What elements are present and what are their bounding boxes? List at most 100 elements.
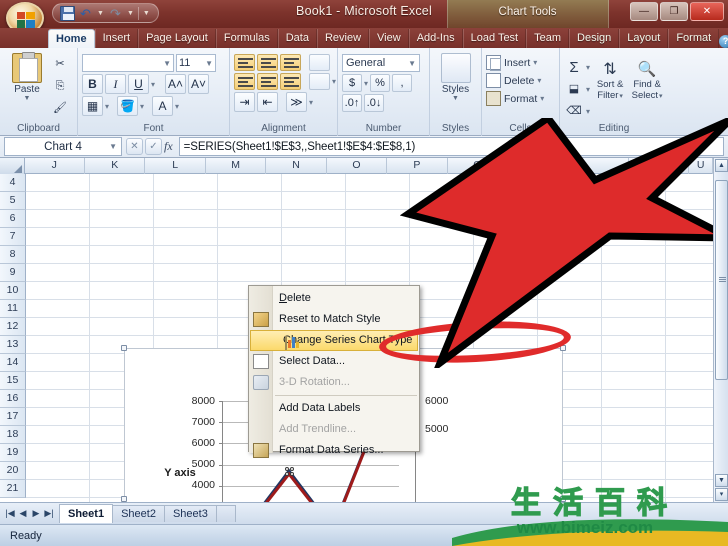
decrease-decimal-icon[interactable]: .0↓ (364, 94, 384, 112)
name-box-dropdown-icon[interactable]: ▼ (109, 142, 117, 151)
align-bottom-icon[interactable] (280, 54, 301, 71)
align-right-icon[interactable] (280, 73, 301, 90)
row-header-20[interactable]: 20 (0, 462, 26, 480)
borders-dropdown-icon[interactable]: ▾ (105, 102, 109, 111)
nav-prev-sheet-icon[interactable]: ◀ (17, 508, 29, 519)
font-name-dropdown-icon[interactable]: ▼ (163, 59, 171, 68)
row-header-18[interactable]: 18 (0, 426, 26, 444)
scroll-up-button[interactable]: ▲ (715, 159, 728, 172)
row-header-15[interactable]: 15 (0, 372, 26, 390)
cancel-formula-icon[interactable]: ✕ (126, 138, 143, 155)
menu-item-reset-to-match-style[interactable]: Reset to Match Style (249, 309, 419, 330)
select-all-button[interactable] (0, 158, 25, 174)
insert-cells-button[interactable]: Insert ▾ (486, 55, 537, 71)
scroll-down-button[interactable]: ▼ (715, 474, 728, 487)
font-size-dropdown-icon[interactable]: ▼ (205, 59, 213, 68)
row-header-16[interactable]: 16 (0, 390, 26, 408)
column-header-L[interactable]: L (145, 158, 206, 174)
decrease-indent-icon[interactable]: ⇥ (234, 92, 255, 112)
tab-page-layout[interactable]: Page Layout (138, 29, 216, 48)
align-center-icon[interactable] (257, 73, 278, 90)
increase-font-size-button[interactable]: A˄ (165, 74, 187, 94)
wrap-text-icon[interactable] (309, 54, 330, 71)
tab-view[interactable]: View (369, 29, 409, 48)
find-select-dropdown-icon[interactable]: ▾ (659, 92, 663, 100)
row-header-11[interactable]: 11 (0, 300, 26, 318)
row-header-7[interactable]: 7 (0, 228, 26, 246)
cut-icon[interactable]: ✂ (50, 54, 70, 74)
row-header-13[interactable]: 13 (0, 336, 26, 354)
autosum-dropdown-icon[interactable]: ▾ (586, 63, 590, 72)
nav-last-sheet-icon[interactable]: ▶| (43, 508, 55, 519)
insert-worksheet-icon[interactable] (215, 505, 236, 522)
borders-icon[interactable]: ▦ (82, 96, 103, 116)
page-break-view-icon[interactable] (701, 528, 718, 543)
autosum-icon[interactable]: Σ (564, 57, 584, 77)
scroll-page-button[interactable]: ▾ (715, 488, 728, 501)
paste-button[interactable]: Paste ▼ (4, 51, 50, 102)
menu-item-add-data-labels[interactable]: Add Data Labels (249, 398, 419, 419)
tab-insert[interactable]: Insert (94, 29, 139, 48)
row-header-5[interactable]: 5 (0, 192, 26, 210)
tab-team[interactable]: Team (526, 29, 570, 48)
data-point-marker[interactable] (284, 466, 294, 476)
fill-dropdown-icon[interactable]: ▾ (586, 85, 590, 94)
paste-dropdown-icon[interactable]: ▼ (24, 95, 31, 102)
tab-formulas[interactable]: Formulas (215, 29, 278, 48)
accept-formula-icon[interactable]: ✓ (145, 138, 162, 155)
minimize-button[interactable]: — (630, 2, 658, 21)
format-cells-button[interactable]: Format ▾ (486, 91, 544, 106)
close-button[interactable]: ✕ (690, 2, 724, 21)
align-left-icon[interactable] (234, 73, 255, 90)
row-header-6[interactable]: 6 (0, 210, 26, 228)
row-header-12[interactable]: 12 (0, 318, 26, 336)
align-top-icon[interactable] (234, 54, 255, 71)
number-format-select[interactable]: General ▼ (342, 54, 420, 72)
font-color-icon[interactable]: A (152, 96, 174, 116)
sort-filter-button[interactable]: ⇅ Sort & Filter ▾ (594, 54, 626, 101)
format-painter-icon[interactable]: 🖌 (50, 98, 70, 118)
merge-cells-icon[interactable] (309, 73, 330, 90)
orientation-dropdown-icon[interactable]: ▾ (309, 98, 313, 107)
menu-item-format-data-series[interactable]: Format Data Series... (249, 440, 419, 461)
tab-load-test[interactable]: Load Test (462, 29, 527, 48)
row-header-14[interactable]: 14 (0, 354, 26, 372)
font-size-input[interactable]: 11 ▼ (176, 54, 216, 72)
restore-button[interactable]: ❐ (660, 2, 688, 21)
clear-dropdown-icon[interactable]: ▾ (586, 107, 590, 116)
font-color-dropdown-icon[interactable]: ▾ (175, 102, 179, 111)
insert-dropdown-icon[interactable]: ▾ (533, 58, 537, 67)
column-header-K[interactable]: K (85, 158, 146, 174)
vertical-scrollbar[interactable]: ▲ ▼ ▾ (713, 158, 728, 502)
delete-dropdown-icon[interactable]: ▾ (537, 76, 541, 85)
row-header-10[interactable]: 10 (0, 282, 26, 300)
number-format-dropdown-icon[interactable]: ▼ (408, 59, 416, 68)
underline-dropdown-icon[interactable]: ▾ (151, 80, 155, 89)
increase-decimal-icon[interactable]: .0↑ (342, 94, 362, 112)
insert-function-icon[interactable]: fx (164, 139, 173, 154)
find-select-button[interactable]: 🔍 Find & Select ▾ (630, 54, 664, 101)
chart-handle-nw[interactable] (121, 345, 127, 351)
tab-design[interactable]: Design (569, 29, 620, 48)
fill-icon[interactable]: ⬓ (564, 79, 584, 99)
copy-icon[interactable]: ⎘ (50, 76, 70, 96)
column-header-N[interactable]: N (266, 158, 327, 174)
menu-item-delete[interactable]: Delete (249, 288, 419, 309)
help-icon[interactable]: ? (719, 35, 728, 48)
sort-filter-dropdown-icon[interactable]: ▾ (619, 92, 623, 100)
delete-cells-button[interactable]: Delete ▾ (486, 73, 541, 88)
comma-style-icon[interactable]: , (392, 74, 413, 92)
underline-button[interactable]: U (128, 74, 149, 94)
column-header-M[interactable]: M (206, 158, 267, 174)
tab-review[interactable]: Review (316, 29, 370, 48)
tab-home[interactable]: Home (48, 29, 95, 48)
column-header-O[interactable]: O (327, 158, 388, 174)
row-header-9[interactable]: 9 (0, 264, 26, 282)
tab-format[interactable]: Format (668, 29, 720, 48)
styles-button[interactable]: Styles ▼ (434, 51, 477, 102)
increase-indent-icon[interactable]: ⇤ (257, 92, 278, 112)
row-header-8[interactable]: 8 (0, 246, 26, 264)
currency-icon[interactable]: $ (342, 74, 362, 92)
merge-dropdown-icon[interactable]: ▾ (332, 77, 336, 86)
vertical-scroll-thumb[interactable] (715, 180, 728, 380)
